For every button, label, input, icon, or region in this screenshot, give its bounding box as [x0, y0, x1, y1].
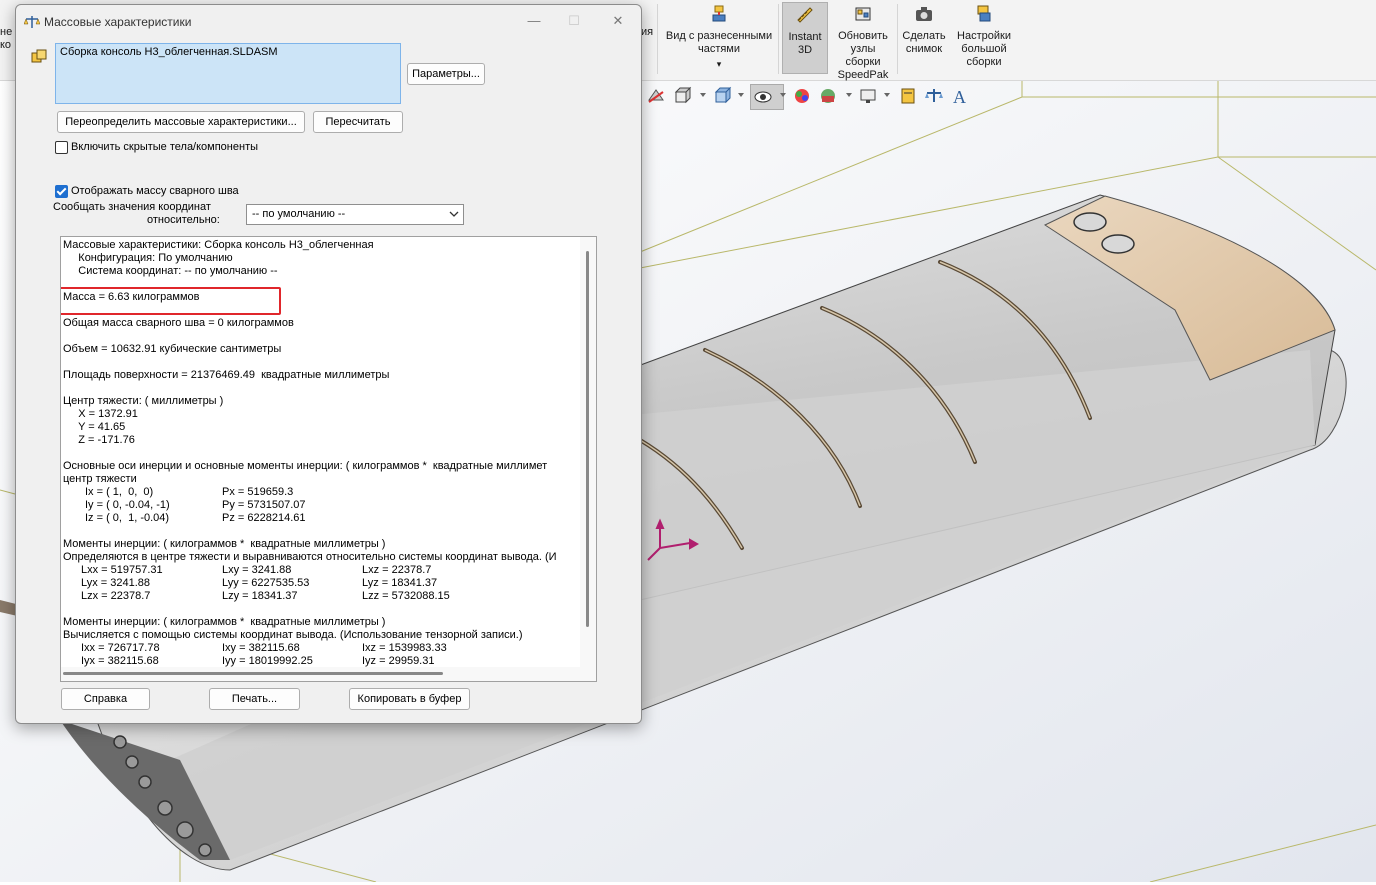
- results-line: Y = 41.65: [63, 421, 126, 433]
- coordinate-system-select[interactable]: -- по умолчанию --: [246, 204, 464, 225]
- instant3d-icon: [797, 7, 813, 23]
- results-line: Z = -171.76: [63, 434, 135, 446]
- options-button[interactable]: Параметры...: [407, 63, 485, 85]
- selected-item[interactable]: Сборка консоль Н3_облегченная.SLDASM: [60, 46, 278, 58]
- assembly-icon: [31, 49, 47, 63]
- results-line: Lxy = 3241.88: [222, 564, 292, 576]
- report-coords-label-2: относительно:: [147, 214, 220, 226]
- results-line: Lxx = 519757.31: [81, 564, 163, 576]
- ribbon-partial-label: не ко: [0, 26, 13, 51]
- results-line: Моменты инерции: ( килограммов * квадрат…: [63, 538, 386, 550]
- view-orientation-icon[interactable]: [672, 86, 692, 106]
- heads-up-view-toolbar: A: [640, 83, 980, 110]
- chevron-down-icon[interactable]: [780, 93, 786, 97]
- mass-properties-icon: [24, 16, 40, 28]
- include-hidden-label: Включить скрытые тела/компоненты: [71, 141, 259, 153]
- results-line: Объем = 10632.91 кубические сантиметры: [63, 343, 282, 355]
- horizontal-scrollbar[interactable]: [61, 667, 580, 681]
- instant3d-button[interactable]: Instant 3D: [782, 2, 828, 74]
- close-button[interactable]: ✕: [598, 9, 638, 33]
- results-line: Ixz = 1539983.33: [362, 642, 447, 654]
- chevron-down-icon[interactable]: ▾: [662, 58, 776, 71]
- update-speedpak-button[interactable]: Обновить узлы сборки SpeedPak: [832, 4, 894, 82]
- eye-icon: [754, 91, 772, 103]
- override-mass-properties-button[interactable]: Переопределить массовые характеристики..…: [57, 111, 305, 133]
- dialog-titlebar[interactable]: Массовые характеристики — ☐ ✕: [16, 5, 641, 37]
- chevron-down-icon[interactable]: [846, 93, 852, 97]
- results-line: Определяются в центре тяжести и выравнив…: [63, 551, 557, 563]
- results-line: Lyx = 3241.88: [81, 577, 151, 589]
- help-button[interactable]: Справка: [61, 688, 150, 710]
- scrollbar-thumb[interactable]: [586, 251, 589, 627]
- results-line: Iz = ( 0, 1, -0.04): [85, 512, 170, 524]
- results-line: Py = 5731507.07: [222, 499, 306, 511]
- section-view-icon[interactable]: [646, 86, 666, 106]
- large-assembly-settings-button[interactable]: Настройки большой сборки: [952, 4, 1016, 69]
- scrollbar-thumb[interactable]: [63, 672, 443, 675]
- chevron-down-icon: [449, 211, 459, 217]
- vertical-scrollbar[interactable]: [580, 237, 596, 681]
- copy-to-clipboard-button[interactable]: Копировать в буфер: [349, 688, 470, 710]
- view-settings-icon[interactable]: [858, 86, 878, 106]
- results-line: Lzx = 22378.7: [81, 590, 151, 602]
- chevron-down-icon[interactable]: [738, 93, 744, 97]
- results-line: Массовые характеристики: Сборка консоль …: [63, 239, 374, 251]
- exploded-view-icon: [712, 5, 726, 22]
- results-line: Центр тяжести: ( миллиметры ): [63, 395, 224, 407]
- ribbon-partial-label-2: ия: [641, 26, 654, 38]
- results-line: Моменты инерции: ( килограммов * квадрат…: [63, 616, 386, 628]
- chevron-down-icon[interactable]: [700, 93, 706, 97]
- results-line: Система координат: -- по умолчанию --: [63, 265, 278, 277]
- scene-icon[interactable]: [818, 86, 838, 106]
- exploded-view-button[interactable]: Вид с разнесенными частями ▾: [662, 4, 776, 71]
- results-line: Основные оси инерции и основные моменты …: [63, 460, 548, 472]
- mass-properties-dialog: Массовые характеристики — ☐ ✕ Сборка кон…: [15, 4, 642, 724]
- results-line: Iy = ( 0, -0.04, -1): [85, 499, 170, 511]
- text-annotation-icon[interactable]: A: [950, 86, 970, 106]
- results-line: Ixx = 726717.78: [81, 642, 160, 654]
- selected-items-list[interactable]: Сборка консоль Н3_облегченная.SLDASM: [55, 43, 401, 104]
- mass-properties-icon[interactable]: [924, 86, 944, 106]
- results-line: Lyz = 18341.37: [362, 577, 438, 589]
- results-line: Lyy = 6227535.53: [222, 577, 310, 589]
- mass-properties-results[interactable]: Массовые характеристики: Сборка консоль …: [60, 236, 597, 682]
- show-weld-mass-label: Отображать массу сварного шва: [71, 185, 239, 197]
- results-line: Ixy = 382115.68: [222, 642, 300, 654]
- maximize-button: ☐: [568, 13, 580, 28]
- results-line: Lzz = 5732088.15: [362, 590, 450, 602]
- show-weld-mass-checkbox[interactable]: [55, 185, 68, 198]
- results-line: Вычисляется с помощью системы координат …: [63, 629, 523, 641]
- results-line: центр тяжести: [63, 473, 137, 485]
- results-line: X = 1372.91: [63, 408, 138, 420]
- print-button[interactable]: Печать...: [209, 688, 300, 710]
- svg-text:A: A: [953, 87, 966, 106]
- results-line: Lzy = 18341.37: [222, 590, 298, 602]
- large-assembly-icon: [977, 5, 991, 22]
- display-style-icon[interactable]: [712, 86, 732, 106]
- dialog-title: Массовые характеристики: [44, 15, 192, 29]
- chevron-down-icon[interactable]: [884, 93, 890, 97]
- results-line: Px = 519659.3: [222, 486, 294, 498]
- hide-show-items-button[interactable]: [750, 84, 784, 110]
- results-line: Общая масса сварного шва = 0 килограммов: [63, 317, 294, 329]
- report-coords-label: Сообщать значения координат: [53, 201, 211, 213]
- mass-highlight-box: [61, 287, 281, 315]
- results-line: Конфигурация: По умолчанию: [63, 252, 233, 264]
- results-line: Lxz = 22378.7: [362, 564, 432, 576]
- recalculate-button[interactable]: Пересчитать: [313, 111, 403, 133]
- camera-icon: [916, 7, 932, 21]
- include-hidden-checkbox[interactable]: [55, 141, 68, 154]
- results-line: Pz = 6228214.61: [222, 512, 306, 524]
- minimize-button[interactable]: —: [514, 9, 554, 33]
- edit-appearance-icon[interactable]: [792, 86, 812, 106]
- results-line: Ix = ( 1, 0, 0): [85, 486, 154, 498]
- results-line: Площадь поверхности = 21376469.49 квадра…: [63, 369, 390, 381]
- measure-icon[interactable]: [898, 86, 918, 106]
- speedpak-icon: [855, 7, 871, 21]
- snapshot-button[interactable]: Сделать снимок: [900, 4, 948, 56]
